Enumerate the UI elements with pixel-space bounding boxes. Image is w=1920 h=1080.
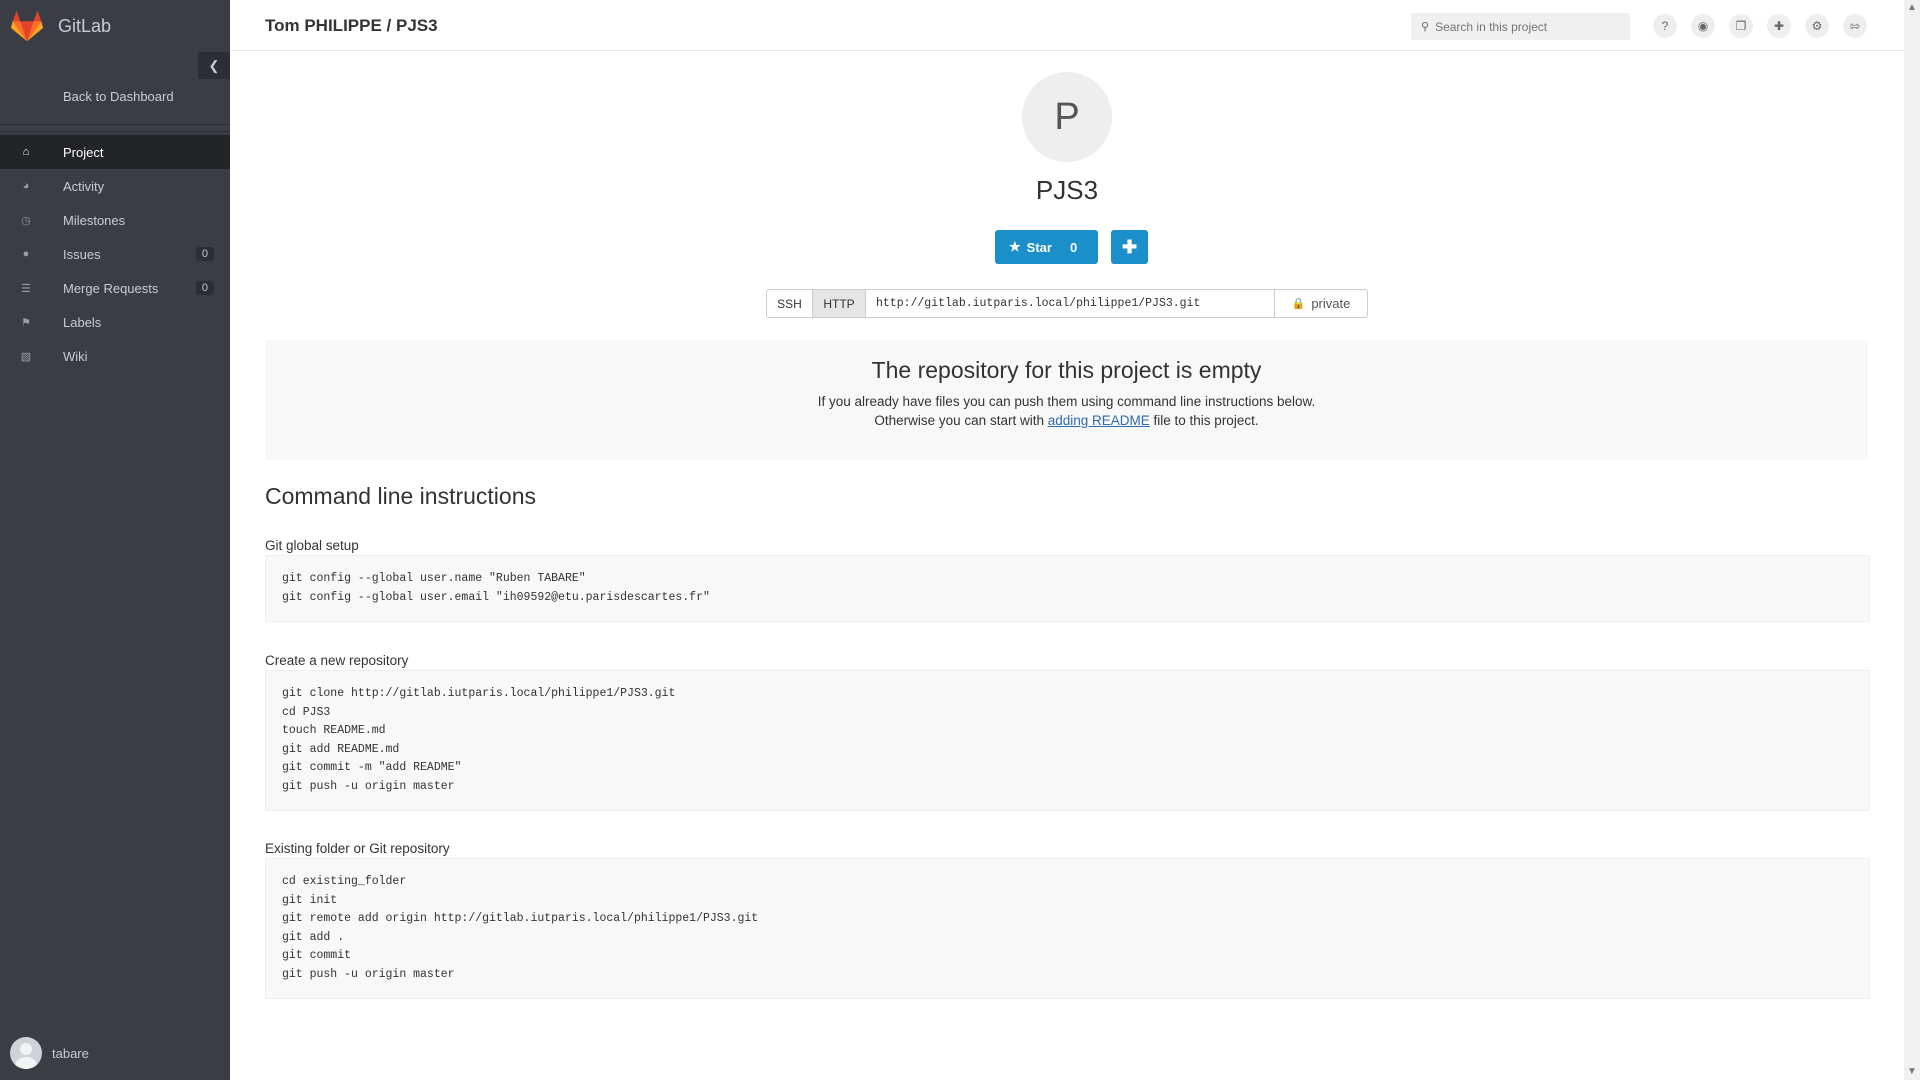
merge-requests-count-badge: 0	[195, 281, 214, 295]
header-actions: ? ◉ ❐ ✚ ⚙ ⇰	[1653, 14, 1881, 38]
header: Tom PHILIPPE / PJS3 ⚲ ? ◉ ❐ ✚ ⚙ ⇰	[230, 0, 1904, 51]
empty-repo-text: If you already have files you can push t…	[817, 394, 1316, 409]
tags-icon: ⚑	[21, 316, 31, 329]
exclamation-circle-icon: ●	[22, 248, 30, 260]
clone-url-input[interactable]	[866, 289, 1275, 318]
help-icon[interactable]: ?	[1653, 14, 1677, 38]
sidebar-item-label: Merge Requests	[63, 280, 159, 296]
sidebar-item-milestones[interactable]: ◷ Milestones	[0, 203, 230, 237]
sidebar-item-activity[interactable]: ◕ Activity	[0, 169, 230, 203]
copy-icon[interactable]: ❐	[1729, 14, 1753, 38]
sidebar-item-labels[interactable]: ⚑ Labels	[0, 305, 230, 339]
list-icon: ☰	[21, 282, 31, 295]
book-icon: ▧	[20, 350, 32, 363]
avatar	[10, 1037, 42, 1069]
adding-readme-link[interactable]: adding README	[1048, 413, 1150, 428]
main-content: P PJS3 ★ Star 0 ✚ SSH HTTP 🔒 private The…	[230, 51, 1904, 1080]
brand[interactable]: GitLab	[0, 0, 230, 52]
gitlab-logo-icon	[10, 10, 44, 42]
clock-icon: ◷	[21, 214, 31, 227]
sidebar-item-issues[interactable]: ● Issues 0	[0, 237, 230, 271]
sidebar-nav: ⌂ Project ◕ Activity ◷ Milestones ● Issu…	[0, 135, 230, 373]
instructions-title: Command line instructions	[265, 483, 537, 509]
globe-icon[interactable]: ◉	[1691, 14, 1715, 38]
back-to-dashboard-link[interactable]: Back to Dashboard	[63, 89, 174, 104]
text: Otherwise you can start with	[874, 413, 1048, 428]
empty-repo-text-2: Otherwise you can start with adding READ…	[265, 413, 1868, 428]
sidebar-item-project[interactable]: ⌂ Project	[0, 135, 230, 169]
empty-repo-title: The repository for this project is empty	[871, 357, 1262, 383]
http-button[interactable]: HTTP	[813, 289, 866, 318]
star-label: Star	[1026, 239, 1052, 255]
dashboard-icon: ◕	[22, 180, 30, 192]
new-repo-code: git clone http://gitlab.iutparis.local/p…	[265, 670, 1870, 811]
divider	[0, 131, 230, 132]
existing-repo-label: Existing folder or Git repository	[265, 841, 450, 856]
project-name: PJS3	[1035, 175, 1099, 205]
star-button[interactable]: ★ Star 0	[995, 230, 1098, 264]
search-input[interactable]	[1433, 18, 1618, 35]
sign-out-icon[interactable]: ⇰	[1843, 14, 1867, 38]
global-setup-code: git config --global user.name "Ruben TAB…	[265, 555, 1870, 622]
sidebar-item-merge-requests[interactable]: ☰ Merge Requests 0	[0, 271, 230, 305]
text: file to this project.	[1149, 413, 1259, 428]
star-count: 0	[1069, 239, 1078, 255]
sidebar: GitLab ❮ Back to Dashboard ⌂ Project ◕ A…	[0, 0, 230, 1080]
lock-icon: 🔒	[1291, 298, 1306, 310]
plus-icon: ✚	[1121, 236, 1138, 257]
ssh-button[interactable]: SSH	[766, 289, 813, 318]
page-title[interactable]: Tom PHILIPPE / PJS3	[265, 16, 438, 36]
collapse-sidebar-button[interactable]: ❮	[198, 52, 230, 79]
brand-name: GitLab	[58, 15, 112, 36]
scroll-up-arrow-icon[interactable]: ▲	[1907, 2, 1917, 13]
empty-repo-notice: The repository for this project is empty…	[265, 340, 1868, 460]
chevron-left-icon: ❮	[208, 57, 220, 73]
visibility-label: private	[1311, 296, 1351, 311]
plus-icon[interactable]: ✚	[1767, 14, 1791, 38]
sidebar-item-label: Project	[63, 144, 104, 160]
gear-icon[interactable]: ⚙	[1805, 14, 1829, 38]
global-setup-label: Git global setup	[265, 538, 359, 553]
user-profile-link[interactable]: tabare	[10, 1037, 89, 1069]
sidebar-item-label: Labels	[63, 314, 102, 330]
divider	[0, 124, 230, 125]
sidebar-item-wiki[interactable]: ▧ Wiki	[0, 339, 230, 373]
existing-repo-code: cd existing_folder git init git remote a…	[265, 858, 1870, 999]
sidebar-item-label: Wiki	[63, 348, 88, 364]
sidebar-item-label: Activity	[63, 178, 105, 194]
visibility-badge: 🔒 private	[1275, 289, 1368, 318]
scroll-down-arrow-icon[interactable]: ▼	[1907, 1066, 1917, 1077]
search-icon: ⚲	[1421, 21, 1430, 33]
issues-count-badge: 0	[195, 247, 214, 261]
new-repo-label: Create a new repository	[265, 653, 409, 668]
star-icon: ★	[1009, 239, 1021, 254]
sidebar-item-label: Issues	[63, 246, 101, 262]
username: tabare	[52, 1045, 89, 1061]
add-button[interactable]: ✚	[1111, 230, 1148, 264]
search-box[interactable]: ⚲	[1411, 13, 1630, 40]
home-icon: ⌂	[22, 146, 30, 158]
project-avatar: P	[1022, 72, 1112, 162]
sidebar-item-label: Milestones	[63, 212, 126, 228]
vertical-scrollbar[interactable]: ▲ ▼	[1904, 0, 1920, 1080]
clone-bar: SSH HTTP 🔒 private	[766, 289, 1368, 318]
